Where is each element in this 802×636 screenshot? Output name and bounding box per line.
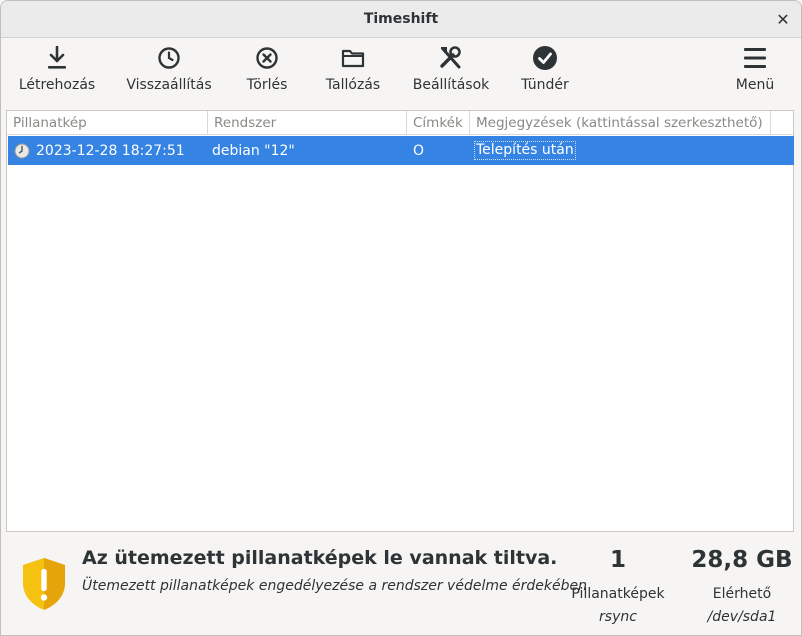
- check-circle-icon: [532, 45, 558, 71]
- wizard-label: Tündér: [521, 77, 569, 93]
- clock-icon: [156, 45, 182, 71]
- warning-shield-icon: [21, 557, 67, 611]
- wizard-button[interactable]: Tündér: [517, 39, 573, 101]
- tools-icon: [438, 45, 464, 71]
- column-header-filler: [771, 111, 794, 135]
- browse-button[interactable]: Tallózás: [321, 39, 385, 101]
- snapshot-tags-cell: O: [413, 142, 425, 159]
- available-size: 28,8 GB: [691, 547, 793, 573]
- column-header-system[interactable]: Rendszer: [208, 111, 407, 135]
- column-header-snapshot[interactable]: Pillanatkép: [7, 111, 208, 135]
- menu-label: Menü: [735, 77, 775, 93]
- delete-button[interactable]: Törlés: [241, 39, 293, 101]
- delete-label: Törlés: [246, 77, 288, 93]
- snapshot-count: 1: [609, 547, 626, 573]
- snapshot-count-label: Pillanatképek: [571, 586, 665, 602]
- create-label: Létrehozás: [18, 77, 96, 93]
- download-icon: [44, 45, 70, 71]
- snapshot-note-text[interactable]: Telepítés után: [474, 141, 576, 160]
- create-button[interactable]: Létrehozás: [19, 39, 95, 101]
- snapshot-list[interactable]: Pillanatkép Rendszer Címkék Megjegyzések…: [6, 110, 794, 532]
- settings-label: Beállítások: [412, 77, 490, 93]
- snapshot-note-cell[interactable]: Telepítés után: [474, 136, 576, 165]
- snapshot-date-cell: 2023-12-28 18:27:51: [36, 142, 185, 159]
- delete-circle-icon: [254, 45, 280, 71]
- schedule-disabled-title: Az ütemezett pillanatképek le vannak til…: [82, 547, 558, 569]
- schedule-disabled-subtitle: Ütemezett pillanatképek engedélyezése a …: [82, 578, 588, 594]
- window-title: Timeshift: [363, 11, 439, 27]
- snapshot-system-cell: debian "12": [212, 142, 295, 159]
- table-row[interactable]: 2023-12-28 18:27:51 debian "12" O Telepí…: [8, 136, 794, 165]
- column-header-notes[interactable]: Megjegyzések (kattintással szerkeszthető…: [470, 111, 771, 135]
- available-space-stat: 28,8 GB Elérhető /dev/sda1: [682, 545, 801, 626]
- timeshift-window: Timeshift ✕ Létrehozás Visszaállítás Tör…: [0, 0, 802, 636]
- settings-button[interactable]: Beállítások: [412, 39, 490, 101]
- close-icon: ✕: [776, 9, 790, 29]
- folder-icon: [340, 45, 366, 71]
- snapshot-clock-icon: [14, 136, 32, 165]
- restore-button[interactable]: Visszaállítás: [126, 39, 212, 101]
- restore-label: Visszaállítás: [126, 77, 212, 93]
- browse-label: Tallózás: [325, 77, 381, 93]
- status-bar: Az ütemezett pillanatképek le vannak til…: [1, 533, 801, 635]
- menu-button[interactable]: Menü: [731, 39, 779, 101]
- column-header-tags[interactable]: Címkék: [407, 111, 470, 135]
- available-label: Elérhető: [712, 586, 772, 602]
- list-header: Pillanatkép Rendszer Címkék Megjegyzések…: [7, 111, 793, 135]
- available-device: /dev/sda1: [707, 609, 777, 625]
- hamburger-menu-icon: [742, 45, 768, 71]
- snapshot-mode: rsync: [599, 609, 637, 625]
- close-button[interactable]: ✕: [773, 9, 793, 29]
- toolbar: Létrehozás Visszaállítás Törlés Tallózás: [1, 39, 801, 101]
- title-bar: Timeshift ✕: [1, 1, 801, 38]
- snapshot-count-stat: 1 Pillanatképek rsync: [563, 545, 673, 626]
